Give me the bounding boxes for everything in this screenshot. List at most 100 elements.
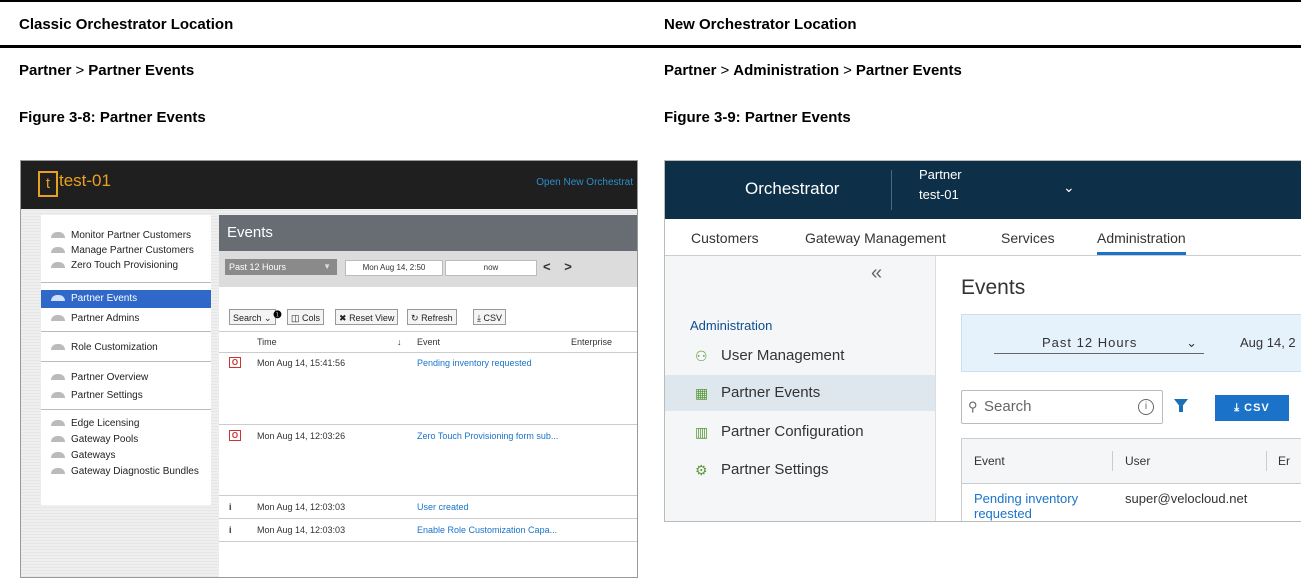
date-to-input[interactable]: now [445, 260, 537, 276]
refresh-label: Refresh [421, 313, 453, 323]
reset-label: Reset View [349, 313, 395, 323]
breadcrumb-separator: > [75, 62, 85, 79]
cloud-icon [51, 452, 65, 459]
classic-breadcrumb: Partner > Partner Events [19, 62, 194, 79]
info-icon: i [229, 525, 232, 535]
cloud-icon [51, 247, 65, 254]
sidebar-item-partner-configuration[interactable]: ▥ Partner Configuration [665, 414, 935, 450]
classic-main-panel: Events Past 12 Hours ▼ Mon Aug 14, 2:50 n… [219, 215, 637, 577]
tab-administration[interactable]: Administration [1097, 230, 1186, 255]
sort-arrow-icon[interactable]: ↓ [397, 332, 402, 352]
sidebar-item-partner-settings[interactable]: ⚙ Partner Settings [665, 452, 935, 488]
calendar-icon: ▦ [695, 385, 709, 401]
sidebar-divider [41, 361, 211, 362]
refresh-icon: ↻ [411, 313, 419, 323]
cloud-icon [51, 262, 65, 269]
sidebar-item-partner-admins[interactable]: Partner Admins [41, 310, 211, 328]
csv-button[interactable]: ⤓ CSV [473, 309, 507, 325]
classic-sidebar: Monitor Partner Customers Manage Partner… [41, 215, 211, 505]
sidebar-item-partner-overview[interactable]: Partner Overview [41, 369, 211, 387]
row-event-link[interactable]: Pending inventory requested [417, 358, 532, 368]
table-row[interactable]: i Mon Aug 14, 12:03:03 User created [219, 496, 637, 519]
breadcrumb-separator: > [720, 62, 730, 79]
sidebar-item-zero-touch-provisioning[interactable]: Zero Touch Provisioning [41, 257, 211, 275]
column-divider [1266, 451, 1267, 471]
row-user: super@velocloud.net [1125, 491, 1248, 506]
breadcrumb-item: Partner [664, 62, 717, 79]
time-range-select[interactable]: Past 12 Hours ▼ [225, 259, 337, 275]
column-header-user[interactable]: User [1125, 439, 1150, 483]
new-location-header: New Orchestrator Location [664, 16, 857, 33]
close-icon: ✖ [339, 313, 347, 323]
cloud-icon [51, 468, 65, 475]
csv-label: CSV [1244, 402, 1270, 414]
time-range-select[interactable]: Past 12 Hours ⌄ [994, 333, 1204, 354]
column-header-enterprise[interactable]: Er [1278, 439, 1290, 483]
brand-title: Orchestrator [745, 179, 840, 198]
row-time: Mon Aug 14, 12:03:03 [257, 525, 346, 535]
tab-customers[interactable]: Customers [691, 230, 759, 246]
logo-icon: t [38, 171, 58, 197]
reset-view-button[interactable]: ✖ Reset View [335, 309, 399, 325]
new-top-bar: Orchestrator Partner test-01 ⌄ [665, 161, 1301, 219]
columns-icon: ◫ [291, 313, 300, 323]
figure-caption-3-9: Figure 3-9: Partner Events [664, 109, 851, 126]
refresh-button[interactable]: ↻ Refresh [407, 309, 457, 325]
chevron-down-icon[interactable]: ⌄ [1063, 179, 1075, 196]
table-row[interactable]: i Mon Aug 14, 12:03:03 Enable Role Custo… [219, 519, 637, 542]
cloud-icon [51, 232, 65, 239]
cloud-icon [51, 295, 65, 302]
row-event-link[interactable]: User created [417, 502, 469, 512]
search-input[interactable]: ⚲ Search i [961, 390, 1163, 424]
events-table: Event User Er Pending inventory requeste… [961, 438, 1301, 521]
time-filter-panel: Past 12 Hours ⌄ Aug 14, 2 [961, 314, 1301, 372]
sidebar-item-partner-events[interactable]: ▦ Partner Events [665, 375, 935, 411]
info-icon: i [229, 502, 232, 512]
sidebar-item-gateway-diagnostic-bundles[interactable]: Gateway Diagnostic Bundles [41, 463, 211, 481]
cols-button[interactable]: ◫ Cols [287, 309, 325, 325]
page-title: Events [961, 276, 1026, 299]
date-from-input[interactable]: Mon Aug 14, 2:50 [345, 260, 443, 276]
table-row[interactable]: O Mon Aug 14, 15:41:56 Pending inventory… [219, 352, 637, 425]
time-range-value: Past 12 Hours [229, 262, 287, 272]
sidebar-item-label: Partner Settings [721, 461, 829, 478]
tab-gateway-management[interactable]: Gateway Management [805, 230, 946, 246]
sidebar-divider [41, 409, 211, 410]
classic-table-header: Time ↓ Event Enterprise [219, 331, 637, 353]
search-dropdown[interactable]: Search ⌄ [229, 309, 276, 325]
column-header-event[interactable]: Event [417, 332, 440, 352]
info-icon[interactable]: i [1138, 399, 1154, 415]
sidebar-item-role-customization[interactable]: Role Customization [41, 339, 211, 357]
sidebar-item-label: User Management [721, 347, 845, 364]
context-selector[interactable]: Partner test-01 [919, 165, 962, 205]
csv-button[interactable]: ⤓ CSV [1215, 395, 1289, 421]
error-icon: O [229, 357, 241, 368]
column-header-time[interactable]: Time [257, 332, 277, 352]
row-event-link[interactable]: Enable Role Customization Capa... [417, 525, 557, 535]
tab-services[interactable]: Services [1001, 230, 1055, 246]
time-nav-arrows[interactable]: < > [543, 259, 577, 274]
download-icon: ⤓ [477, 313, 481, 323]
csv-label: CSV [483, 313, 503, 323]
open-new-orchestrator-link[interactable]: Open New Orchestrat [536, 177, 633, 188]
filter-icon-stem [1179, 406, 1183, 412]
sidebar-item-partner-settings[interactable]: Partner Settings [41, 387, 211, 405]
chevron-down-icon: ⌄ [1186, 335, 1198, 350]
download-icon: ⤓ [1234, 402, 1241, 414]
row-event-link[interactable]: Pending inventory requested [974, 491, 1114, 521]
breadcrumb-separator: > [843, 62, 852, 79]
table-header: Event User Er [962, 439, 1301, 484]
sidebar-item-label: Gateways [71, 450, 116, 461]
sidebar-item-user-management[interactable]: ⚇ User Management [665, 338, 935, 374]
sidebar-item-label: Partner Admins [71, 313, 140, 324]
info-icon: ❶ [273, 310, 282, 321]
row-event-link[interactable]: Zero Touch Provisioning form sub... [417, 431, 558, 441]
sidebar-item-label: Partner Events [71, 293, 138, 304]
figure-caption-3-8: Figure 3-8: Partner Events [19, 109, 206, 126]
start-date-field[interactable]: Aug 14, 2 [1240, 333, 1296, 353]
column-header-event[interactable]: Event [974, 439, 1005, 483]
column-header-enterprise[interactable]: Enterprise [571, 332, 612, 352]
table-row[interactable]: O Mon Aug 14, 12:03:26 Zero Touch Provis… [219, 425, 637, 496]
sidebar-item-partner-events[interactable]: Partner Events [41, 290, 211, 308]
collapse-icon[interactable]: « [871, 262, 882, 285]
